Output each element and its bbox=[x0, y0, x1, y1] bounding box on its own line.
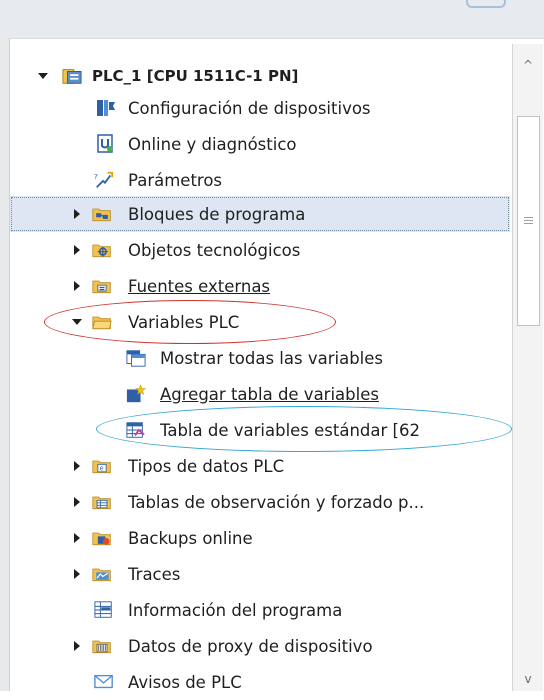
tree-item-traces[interactable]: Traces bbox=[10, 556, 510, 592]
external-sources-folder-icon bbox=[92, 276, 112, 296]
tree-item-label: Bloques de programa bbox=[128, 204, 306, 224]
thumb-grip-line bbox=[524, 223, 533, 224]
tree-item-show-all-tags[interactable]: Mostrar todas las variables bbox=[10, 340, 510, 376]
tree-item-label: Fuentes externas bbox=[128, 276, 271, 296]
device-proxy-data-folder-icon bbox=[92, 636, 112, 656]
tree-item-label: Online y diagnóstico bbox=[128, 134, 297, 154]
tree-item-label: Variables PLC bbox=[128, 312, 240, 332]
tree-item-label: Configuración de dispositivos bbox=[128, 98, 371, 118]
tree-item-label: Tabla de variables estándar [62 bbox=[160, 420, 420, 440]
tree-item-parameters[interactable]: ? Parámetros bbox=[10, 162, 510, 198]
svg-text:?: ? bbox=[94, 172, 98, 181]
parameters-icon: ? bbox=[94, 170, 114, 190]
program-blocks-folder-icon bbox=[92, 204, 112, 224]
vertical-scrollbar[interactable]: ^ v bbox=[512, 44, 543, 691]
tree-item-label: Parámetros bbox=[128, 170, 223, 190]
expand-arrow-right-icon[interactable] bbox=[74, 245, 80, 255]
expand-arrow-down-icon[interactable] bbox=[72, 319, 82, 325]
tree-item-watch-force-tables[interactable]: Tablas de observación y forzado p... bbox=[10, 484, 510, 520]
tree-item-label: Tipos de datos PLC bbox=[128, 456, 285, 476]
left-panel-edge bbox=[0, 38, 10, 691]
tree-item-technology-objects[interactable]: Objetos tecnológicos bbox=[10, 232, 510, 268]
project-tree: PLC_1 [CPU 1511C-1 PN] Configuración de … bbox=[10, 46, 512, 692]
tree-item-label: Agregar tabla de variables bbox=[160, 384, 379, 404]
tree-item-label: Backups online bbox=[128, 528, 253, 548]
device-config-icon bbox=[96, 98, 116, 118]
expand-arrow-down-icon[interactable] bbox=[38, 73, 48, 79]
thumb-grip-line bbox=[524, 217, 533, 218]
plc-data-types-folder-icon: e bbox=[92, 456, 112, 476]
expand-arrow-right-icon[interactable] bbox=[74, 533, 80, 543]
expand-arrow-right-icon[interactable] bbox=[74, 569, 80, 579]
tree-item-program-blocks[interactable]: Bloques de programa bbox=[10, 196, 510, 232]
scroll-down-icon[interactable]: v bbox=[513, 666, 543, 692]
expand-arrow-right-icon[interactable] bbox=[74, 497, 80, 507]
tree-item-add-tag-table[interactable]: Agregar tabla de variables bbox=[10, 376, 510, 412]
traces-folder-icon bbox=[92, 564, 112, 584]
tree-item-label: Traces bbox=[128, 564, 181, 584]
watch-force-tables-folder-icon bbox=[92, 492, 112, 512]
top-header-band bbox=[0, 0, 544, 39]
tree-root-label: PLC_1 [CPU 1511C-1 PN] bbox=[92, 67, 299, 85]
tree-item-plc-alarms[interactable]: Avisos de PLC bbox=[10, 664, 510, 700]
online-backups-folder-icon bbox=[92, 528, 112, 548]
tree-item-device-proxy-data[interactable]: Datos de proxy de dispositivo bbox=[10, 628, 510, 664]
online-diagnostics-icon bbox=[96, 134, 116, 154]
tree-item-plc-data-types[interactable]: e Tipos de datos PLC bbox=[10, 448, 510, 484]
tree-root-plc[interactable]: PLC_1 [CPU 1511C-1 PN] bbox=[10, 58, 510, 94]
tree-item-label: Avisos de PLC bbox=[128, 672, 242, 692]
add-tag-table-icon bbox=[126, 384, 146, 404]
tree-item-label: Mostrar todas las variables bbox=[160, 348, 384, 368]
expand-arrow-right-icon[interactable] bbox=[74, 461, 80, 471]
tree-item-program-info[interactable]: Información del programa bbox=[10, 592, 510, 628]
svg-text:e: e bbox=[100, 465, 104, 473]
tree-item-label: Tablas de observación y forzado p... bbox=[128, 492, 425, 512]
tree-item-external-sources[interactable]: Fuentes externas bbox=[10, 268, 510, 304]
expand-arrow-right-icon[interactable] bbox=[74, 281, 80, 291]
scroll-up-icon[interactable]: ^ bbox=[513, 52, 543, 78]
tree-item-label: Información del programa bbox=[128, 600, 343, 620]
tree-item-online-diagnostics[interactable]: Online y diagnóstico bbox=[10, 126, 510, 162]
tree-item-online-backups[interactable]: Backups online bbox=[10, 520, 510, 556]
show-all-tags-icon bbox=[126, 348, 146, 368]
scroll-thumb[interactable] bbox=[517, 116, 540, 326]
tree-item-device-config[interactable]: Configuración de dispositivos bbox=[10, 90, 510, 126]
tree-item-standard-tag-table[interactable]: Tabla de variables estándar [62 bbox=[10, 412, 510, 448]
expand-arrow-right-icon[interactable] bbox=[74, 209, 80, 219]
tag-table-icon bbox=[126, 420, 146, 440]
tree-item-label: Datos de proxy de dispositivo bbox=[128, 636, 373, 656]
tree-item-plc-tags[interactable]: Variables PLC bbox=[10, 304, 510, 340]
tree-item-label: Objetos tecnológicos bbox=[128, 240, 301, 260]
plc-tags-folder-icon bbox=[92, 312, 112, 332]
thumb-grip-line bbox=[524, 220, 533, 221]
plc-alarms-icon bbox=[94, 672, 114, 692]
technology-objects-folder-icon bbox=[92, 240, 112, 260]
expand-arrow-right-icon[interactable] bbox=[74, 641, 80, 651]
program-info-icon bbox=[94, 600, 114, 620]
plc-device-icon bbox=[62, 66, 82, 86]
header-corner-tab bbox=[466, 0, 506, 8]
